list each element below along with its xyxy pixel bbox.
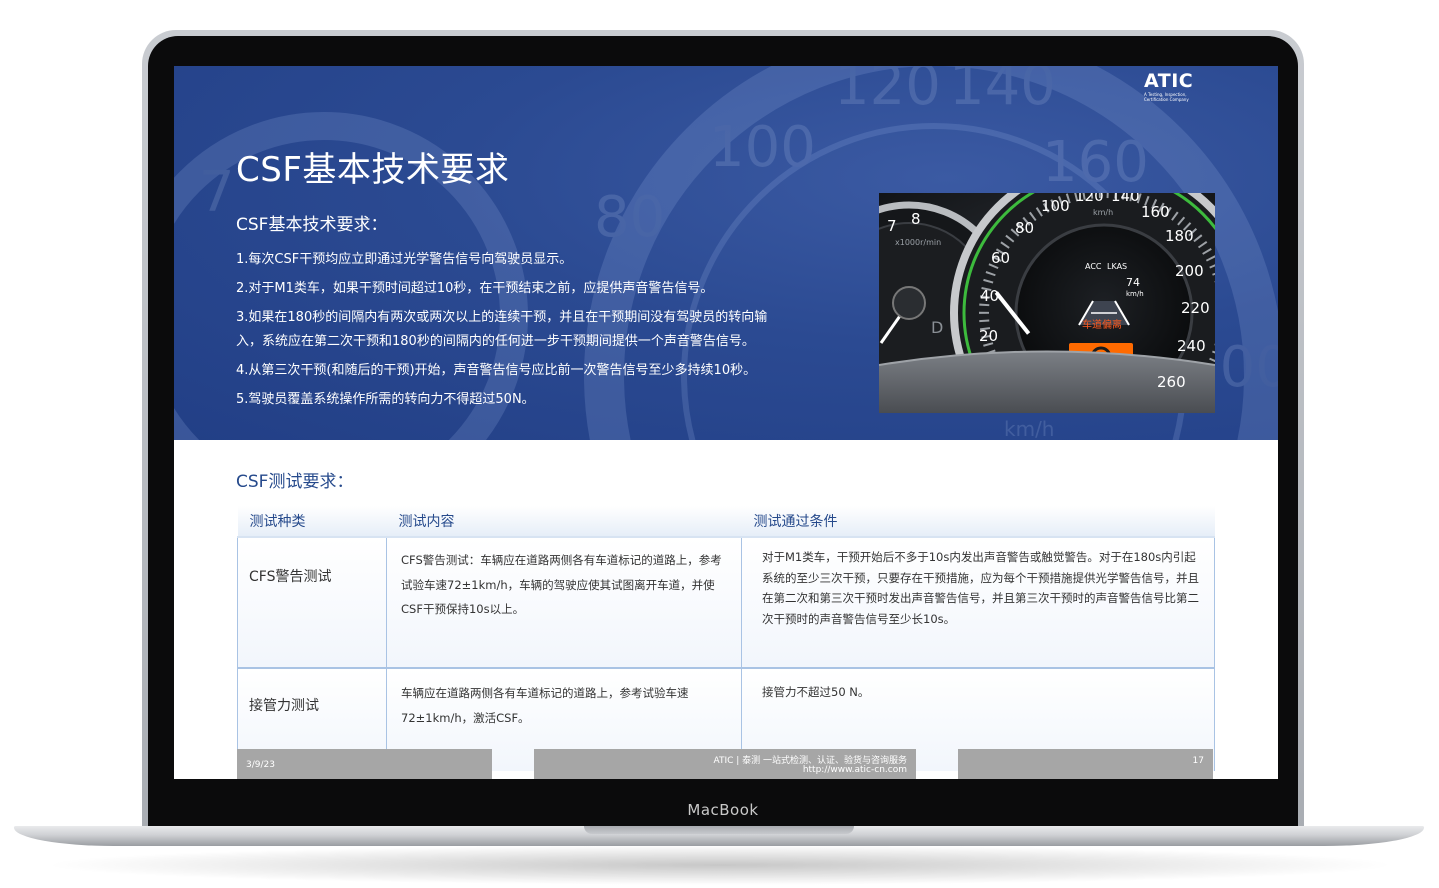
rpm-tick: 8 (911, 210, 921, 228)
requirement-item: 2.对于M1类车，如果干预时间超过10秒，在干预结束之前，应提供声音警告信号。 (236, 281, 714, 296)
column-header: 测试通过条件 (741, 506, 1215, 538)
footer-url: http://www.atic-cn.com (802, 765, 907, 775)
footer-page-number: 17 (958, 749, 1213, 779)
footer-date: 3/9/23 (237, 749, 492, 779)
display-lkas: LKAS (1107, 262, 1127, 271)
logo-text: ATIC (1144, 70, 1194, 92)
svg-text:km/h: km/h (1004, 417, 1054, 440)
speed-tick: 240 (1177, 337, 1206, 355)
laptop-base-notch (584, 826, 854, 834)
table-row: CFS警告测试 CFS警告测试：车辆应在道路两侧各有车道标记的道路上，参考试验车… (237, 537, 1215, 669)
speed-tick: 40 (980, 287, 999, 305)
rpm-unit: x1000r/min (895, 238, 941, 247)
speed-tick: 220 (1181, 299, 1210, 317)
laptop-shadow (40, 845, 1400, 885)
svg-text:7: 7 (199, 160, 235, 225)
slide-screen: 100 120 140 160 80 7 200 km/h ATIC A Tes… (174, 66, 1278, 779)
test-condition-cell: 对于M1类车，干预开始后不多于10s内发出声音警告或触觉警告。对于在180s内引… (741, 537, 1215, 669)
test-content-cell: CFS警告测试：车辆应在道路两侧各有车道标记的道路上，参考试验车速72±1km/… (386, 537, 742, 669)
speed-tick: 180 (1165, 227, 1194, 245)
speed-tick: 200 (1175, 262, 1204, 280)
rpm-tick: 7 (887, 217, 897, 235)
footer-company: ATIC | 泰测 一站式检测、认证、验货与咨询服务 http://www.at… (534, 749, 916, 779)
gear-indicator: D (931, 318, 943, 337)
footer-date-text: 3/9/23 (246, 760, 275, 770)
slide-hero: 100 120 140 160 80 7 200 km/h ATIC A Tes… (174, 66, 1278, 440)
laptop-brand-label: MacBook (687, 801, 759, 819)
speed-tick: 120 (1075, 193, 1104, 205)
requirements-list: 1.每次CSF干预均应立即通过光学警告信号向驾驶员显示。 2.对于M1类车，如果… (236, 248, 776, 417)
dashboard-illustration: 20 40 60 80 100 120 140 160 180 200 220 … (879, 193, 1215, 413)
page-number-text: 17 (1192, 756, 1204, 766)
atic-logo: ATIC A Testing, Inspection, Certificatio… (1144, 70, 1224, 110)
test-kind-cell: CFS警告测试 (237, 537, 387, 669)
speed-tick: 160 (1141, 203, 1170, 221)
speed-tick: 60 (991, 249, 1010, 267)
svg-text:100: 100 (709, 115, 816, 180)
speed-tick: 20 (979, 327, 998, 345)
svg-text:120: 120 (834, 66, 941, 118)
speed-unit: km/h (1093, 208, 1113, 217)
column-header: 测试内容 (386, 506, 742, 538)
test-heading: CSF测试要求： (236, 472, 354, 492)
requirement-item: 5.驾驶员覆盖系统操作所需的转向力不得超过50N。 (236, 392, 535, 407)
test-requirements-table: 测试种类 测试内容 测试通过条件 CFS警告测试 CFS警告测试：车辆应在道路两… (237, 506, 1215, 771)
column-header: 测试种类 (237, 506, 387, 538)
speed-tick: 100 (1041, 197, 1070, 215)
requirement-item: 3.如果在180秒的间隔内有两次或两次以上的连续干预，并且在干预期间没有驾驶员的… (236, 310, 768, 349)
svg-text:160: 160 (1042, 130, 1149, 195)
requirement-item: 1.每次CSF干预均应立即通过光学警告信号向驾驶员显示。 (236, 252, 573, 267)
display-warning-text: 车道偏离 (1082, 318, 1122, 331)
logo-tagline: A Testing, Inspection, Certification Com… (1144, 92, 1189, 102)
speed-tick: 140 (1111, 193, 1140, 205)
speed-tick: 260 (1157, 373, 1186, 391)
requirements-heading: CSF基本技术要求： (236, 215, 388, 235)
svg-text:140: 140 (949, 66, 1056, 118)
dashboard-photo: 20 40 60 80 100 120 140 160 180 200 220 … (879, 193, 1215, 413)
speed-tick: 80 (1015, 219, 1034, 237)
display-speed: 74 (1126, 276, 1140, 289)
display-speed-unit: km/h (1126, 290, 1144, 298)
svg-text:80: 80 (594, 185, 665, 250)
display-acc: ACC (1085, 262, 1102, 271)
requirement-item: 4.从第三次干预(和随后的干预)开始，声音警告信号应比前一次警告信号至少多持续1… (236, 363, 757, 378)
slide-title: CSF基本技术要求 (236, 150, 510, 190)
table-header-row: 测试种类 测试内容 测试通过条件 (237, 506, 1215, 538)
